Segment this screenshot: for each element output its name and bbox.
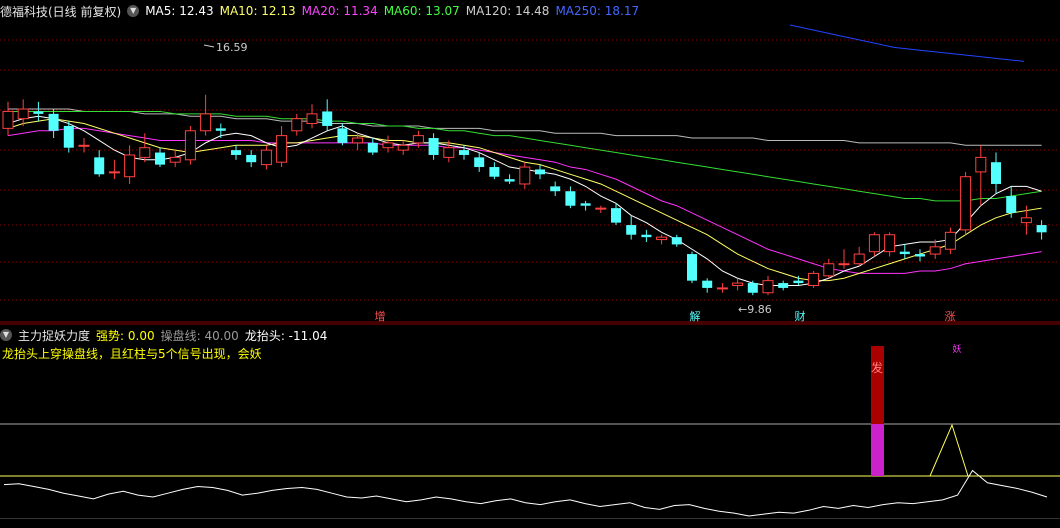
candle-body [169, 156, 181, 163]
dragon-spike [929, 423, 969, 477]
candle-body [231, 150, 241, 155]
candle-body [33, 111, 44, 114]
low-price-label: ←9.86 [738, 303, 772, 316]
event-marker: 涨 [945, 310, 956, 323]
candle-body [626, 225, 637, 235]
signal-bar-pink [871, 424, 884, 476]
candle-body [291, 118, 303, 132]
candle-body [823, 263, 835, 277]
high-price-label: 16.59 [216, 41, 248, 54]
candle-body [352, 137, 364, 144]
candle-body [580, 203, 591, 206]
ma5-line [7, 115, 1042, 286]
candle-body [504, 179, 515, 182]
signal-label-yao: 妖 [952, 343, 961, 355]
candle-body [808, 272, 820, 286]
candle-body [853, 253, 865, 265]
candle-body [747, 283, 758, 293]
candle-body [17, 108, 29, 120]
candle-body [611, 208, 621, 223]
candle-body [63, 125, 74, 148]
candle-body [778, 283, 789, 288]
candle-body [306, 113, 318, 125]
candle-body [124, 154, 136, 178]
candle-body [565, 191, 576, 206]
candle-body [474, 157, 485, 168]
candle-body [246, 154, 257, 163]
signal-bar-red [871, 346, 884, 424]
event-marker: 解 [690, 309, 701, 323]
candle-body [838, 263, 850, 266]
candle-body [929, 246, 941, 255]
candle-body [687, 254, 697, 281]
dragon-line [3, 469, 1048, 517]
candle-body [991, 162, 1001, 184]
candle-body [519, 166, 531, 185]
candlestick-chart[interactable]: 16.59 ←9.86 增 解 财 涨发 妖 [0, 0, 1060, 527]
candle-body [1036, 225, 1047, 233]
candle-body [671, 237, 682, 245]
candle-body [1020, 217, 1032, 224]
candle-body [716, 287, 728, 290]
candle-body [944, 231, 956, 250]
candle-body [260, 149, 272, 166]
candle-body [443, 147, 455, 158]
event-marker: 财 [795, 309, 806, 323]
candle-body [656, 236, 668, 241]
candle-body [975, 156, 987, 173]
candle-body [550, 186, 561, 192]
candle-body [641, 234, 652, 238]
event-marker: 增 [375, 309, 386, 323]
candle-body [94, 157, 105, 175]
candle-body [155, 152, 165, 165]
candle-body [868, 234, 880, 253]
candle-body [535, 169, 545, 175]
candle-body [2, 110, 14, 129]
candle-body [48, 113, 59, 131]
candle-body [793, 280, 804, 284]
candle-body [595, 207, 607, 210]
candle-body [915, 254, 925, 257]
candle-body [108, 171, 120, 174]
candle-body [276, 135, 288, 163]
candle-body [200, 113, 212, 132]
candle-body [428, 138, 439, 155]
candle-body [459, 150, 469, 155]
candle-body [78, 144, 90, 147]
candle-body [139, 147, 151, 158]
ma120-line [8, 108, 1042, 146]
candle-body [215, 128, 226, 131]
candle-body [1006, 196, 1017, 213]
high-pointer [203, 44, 215, 48]
candle-body [412, 135, 424, 144]
candle-body [337, 128, 348, 143]
candle-body [960, 176, 972, 231]
candle-body [702, 280, 713, 288]
candle-body [397, 144, 409, 151]
candle-body [732, 282, 744, 286]
candle-body [899, 251, 910, 255]
candle-body [884, 234, 896, 253]
candle-body [489, 167, 500, 177]
signal-label: 发 [871, 360, 883, 375]
candle-body [184, 130, 196, 161]
ma250-line [789, 24, 1025, 62]
candle-body [367, 142, 378, 153]
candle-body [322, 111, 333, 126]
candle-body [382, 142, 394, 149]
candle-body [762, 280, 774, 294]
